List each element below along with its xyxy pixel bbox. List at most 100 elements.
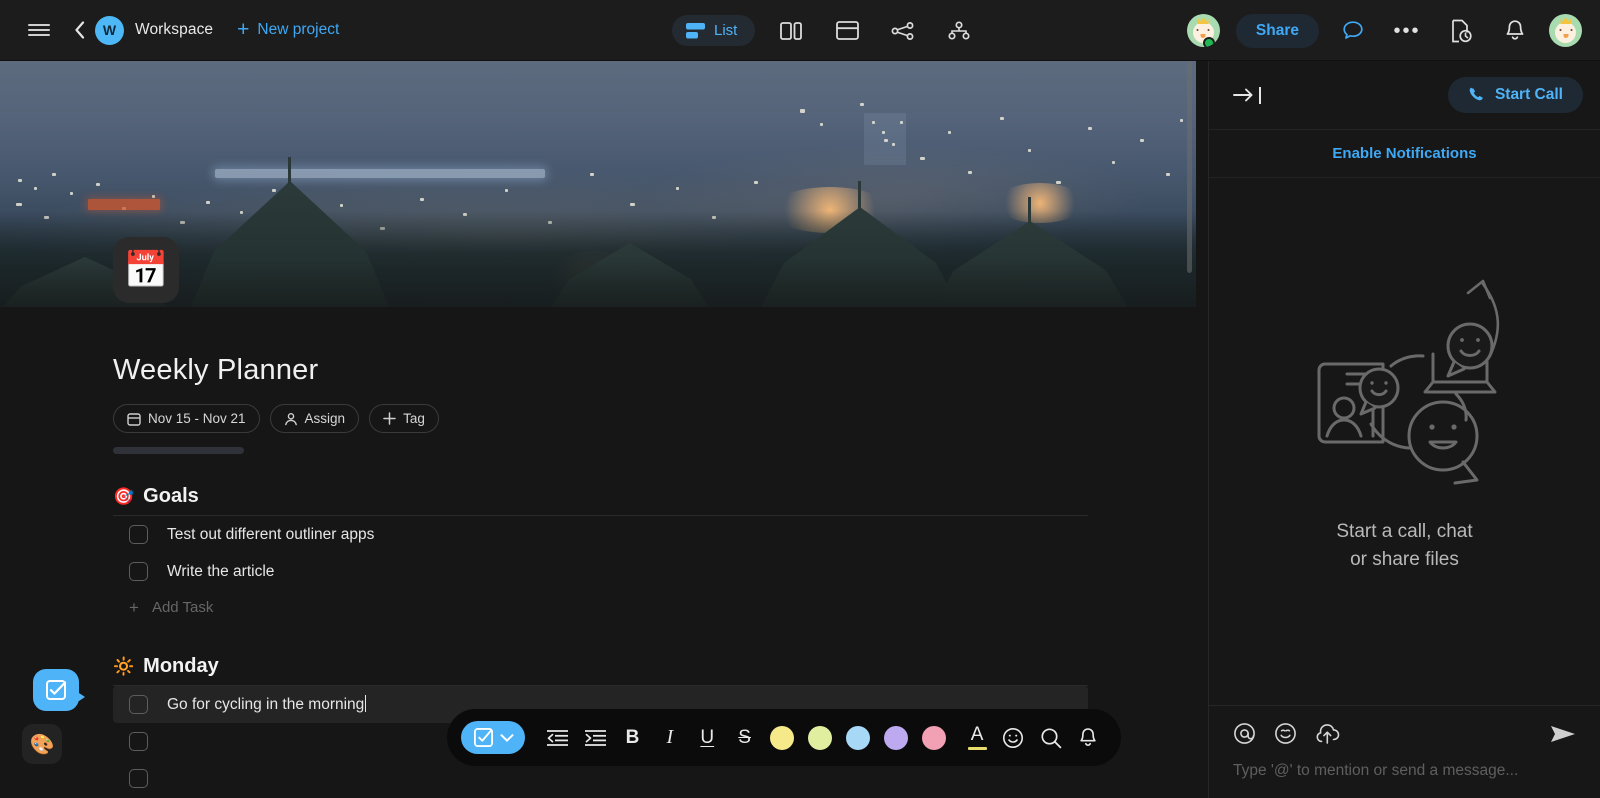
search-icon <box>1041 727 1062 748</box>
color-swatch-blue[interactable] <box>846 725 871 750</box>
share-graph-icon <box>891 21 914 40</box>
page-title[interactable]: Weekly Planner <box>113 307 1208 387</box>
underline-button[interactable]: U <box>689 718 726 758</box>
workspace-name[interactable]: Workspace <box>135 21 213 39</box>
tab-graph-view[interactable] <box>883 13 923 49</box>
content-scrollbar[interactable] <box>1187 61 1192 273</box>
tab-org-view[interactable] <box>939 13 979 49</box>
bold-button[interactable]: B <box>614 718 651 758</box>
plus-icon <box>383 412 396 425</box>
tag-label: Tag <box>403 411 425 426</box>
chat-bubble-icon[interactable] <box>1333 13 1373 49</box>
italic-button[interactable]: I <box>651 718 688 758</box>
cover-image[interactable] <box>0 61 1196 307</box>
task-checkbox[interactable] <box>129 695 148 714</box>
more-horizontal-icon[interactable]: ••• <box>1387 13 1427 49</box>
workspace-avatar[interactable]: W <box>95 15 124 45</box>
avatar[interactable] <box>1186 14 1220 47</box>
add-task-label: Add Task <box>151 598 214 616</box>
hamburger-menu-icon[interactable] <box>24 15 54 45</box>
bridge-lights <box>215 169 545 178</box>
cloud-upload-icon[interactable] <box>1315 722 1340 745</box>
color-swatch-purple[interactable] <box>884 725 909 750</box>
search-button[interactable] <box>1032 718 1069 758</box>
tag-chip[interactable]: Tag <box>369 404 439 433</box>
section-heading[interactable]: 🔆 Monday <box>113 655 1088 686</box>
tab-board-view[interactable] <box>771 13 811 49</box>
task-label[interactable]: Write the article <box>167 563 274 581</box>
collapse-panel-right-icon[interactable] <box>1233 85 1261 105</box>
phone-icon <box>1469 87 1483 101</box>
add-task-button[interactable]: + Add Task <box>113 590 1088 624</box>
task-row[interactable]: Write the article <box>113 553 1088 590</box>
tab-card-view[interactable] <box>827 13 867 49</box>
top-bar-left: W Workspace + New project <box>0 15 339 45</box>
section-heading[interactable]: 🎯 Goals <box>113 485 1088 516</box>
task-label: Go for cycling in the morning <box>167 696 365 713</box>
new-project-button[interactable]: + New project <box>237 19 340 41</box>
date-range-chip[interactable]: Nov 15 - Nov 21 <box>113 404 260 433</box>
list-view-icon <box>686 22 705 38</box>
top-bar: W Workspace + New project List Share ••• <box>0 0 1600 61</box>
empty-state-text: Start a call, chat or share files <box>1336 518 1472 573</box>
task-label[interactable]: Test out different outliner apps <box>167 526 374 544</box>
smiley-icon <box>1003 727 1024 748</box>
chat-composer: Type '@' to mention or send a message... <box>1209 705 1600 798</box>
task-checkbox[interactable] <box>129 562 148 581</box>
send-icon[interactable] <box>1550 723 1576 745</box>
dart-target-emoji: 🎯 <box>113 487 135 506</box>
tab-list-label: List <box>714 22 738 39</box>
pagoda-spire <box>288 157 291 185</box>
color-swatch-pink[interactable] <box>922 725 947 750</box>
outdent-button[interactable] <box>539 718 576 758</box>
new-project-label: New project <box>257 21 340 38</box>
task-checkbox[interactable] <box>129 525 148 544</box>
property-chips: Nov 15 - Nov 21 Assign Tag <box>113 404 1208 433</box>
message-input[interactable]: Type '@' to mention or send a message... <box>1233 762 1576 780</box>
chevron-left-icon[interactable] <box>66 15 92 45</box>
task-checkbox[interactable] <box>129 732 148 751</box>
indent-button[interactable] <box>576 718 613 758</box>
calendar-icon <box>127 412 141 426</box>
empty-state-line-2: or share files <box>1350 548 1459 570</box>
start-call-label: Start Call <box>1494 86 1563 103</box>
plus-icon: + <box>129 597 139 617</box>
palette-button[interactable]: 🎨 <box>22 724 62 764</box>
smiley-icon[interactable] <box>1274 722 1297 745</box>
text-cursor <box>1259 86 1261 104</box>
start-call-button[interactable]: Start Call <box>1447 77 1583 113</box>
checkbox-task-icon <box>46 680 67 700</box>
bell-icon[interactable] <box>1495 13 1535 49</box>
new-task-fab[interactable] <box>33 669 85 711</box>
app-root: W Workspace + New project List Share •••… <box>0 0 1600 798</box>
document-history-icon[interactable] <box>1441 13 1481 49</box>
indent-icon <box>584 729 606 746</box>
text-color-button[interactable]: A <box>959 718 994 758</box>
color-swatch-green[interactable] <box>808 725 833 750</box>
at-mention-icon[interactable] <box>1233 722 1256 745</box>
org-tree-icon <box>948 21 970 40</box>
text-cursor <box>365 695 367 712</box>
progress-bar <box>113 447 244 454</box>
task-row[interactable]: Test out different outliner apps <box>113 516 1088 553</box>
assign-chip[interactable]: Assign <box>269 404 360 433</box>
emoji-button[interactable] <box>995 718 1032 758</box>
reminder-bell-button[interactable] <box>1070 718 1107 758</box>
share-button[interactable]: Share <box>1235 13 1319 48</box>
right-panel-header: Start Call <box>1209 61 1600 130</box>
call-chat-files-illustration <box>1317 279 1499 485</box>
task-checkbox[interactable] <box>129 769 148 788</box>
section-title: Goals <box>143 485 199 507</box>
user-avatar[interactable] <box>1549 14 1582 47</box>
view-switcher: List <box>672 0 979 61</box>
tab-list-view[interactable]: List <box>672 15 756 46</box>
crown-icon <box>1197 17 1209 24</box>
card-view-icon <box>835 21 859 40</box>
strikethrough-button[interactable]: S <box>726 718 763 758</box>
enable-notifications-banner[interactable]: Enable Notifications <box>1209 130 1600 178</box>
text-color-letter: A <box>970 724 984 745</box>
calendar-emoji[interactable]: 📅 <box>113 237 179 303</box>
color-swatch-yellow[interactable] <box>770 725 795 750</box>
task-type-button[interactable] <box>461 721 525 754</box>
composer-tools <box>1233 722 1576 745</box>
